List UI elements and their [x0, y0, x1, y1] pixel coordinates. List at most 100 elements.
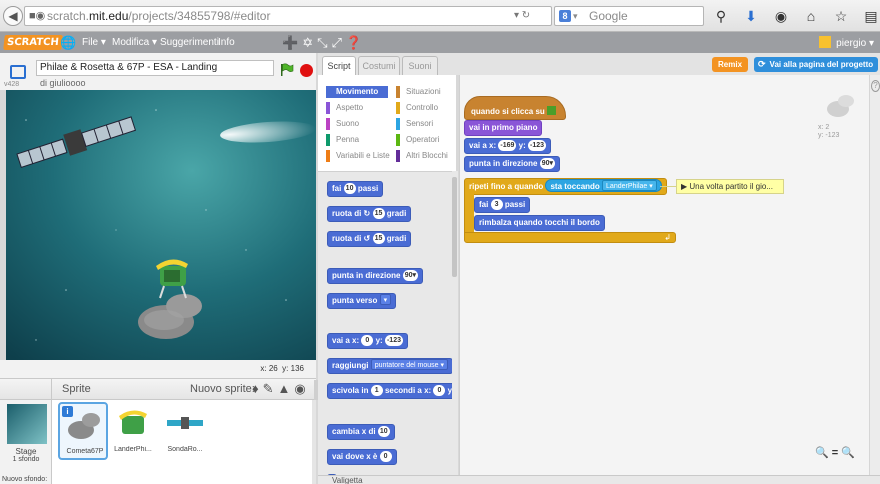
- bookmarks-icon[interactable]: ▤: [862, 6, 880, 26]
- stage-header: v428 Philae & Rosetta & 67P - ESA - Land…: [0, 53, 316, 90]
- sprite-library-icon[interactable]: ♦: [252, 381, 263, 396]
- block-repeat-until[interactable]: ripeti fino a quando sta toccando Lander…: [464, 178, 667, 195]
- tab-sounds[interactable]: Suoni: [402, 56, 438, 75]
- back-arrow-icon[interactable]: ◀: [3, 6, 23, 26]
- download-icon[interactable]: ⬇: [742, 6, 760, 26]
- block-number-input[interactable]: 0: [361, 335, 374, 346]
- category-movimento[interactable]: Movimento: [326, 86, 388, 98]
- category-aspetto[interactable]: Aspetto: [326, 102, 388, 114]
- block-number-input[interactable]: 15: [372, 233, 385, 244]
- block-point-towards[interactable]: punta verso ▾: [327, 293, 397, 309]
- block-goto[interactable]: raggiungi puntatore del mouse ▾: [327, 358, 452, 374]
- zoom-reset-button[interactable]: =: [832, 447, 841, 459]
- search-engine-dropdown-icon[interactable]: ▾: [573, 7, 578, 25]
- project-page-button[interactable]: ⟳ Vai alla pagina del progetto: [754, 57, 879, 72]
- block-number-input[interactable]: 0: [379, 451, 392, 462]
- script-area-scrollbar[interactable]: [869, 75, 880, 475]
- block-move-steps[interactable]: fai 10 passi: [327, 181, 384, 197]
- grow-tool-icon[interactable]: ⤡: [317, 35, 331, 50]
- stage-selector[interactable]: Stage 1 sfondo Nuovo sfondo:: [0, 400, 52, 484]
- camera-icon[interactable]: ◉: [294, 381, 309, 396]
- search-input[interactable]: 8 ▾ Google: [554, 6, 704, 26]
- block-when-flag-clicked[interactable]: quando si clicca su: [464, 96, 566, 120]
- sprite-tile-cometa67p[interactable]: i Cometa67P: [58, 402, 108, 460]
- stage-thumbnail[interactable]: [7, 404, 47, 444]
- block-number-input[interactable]: 10: [343, 183, 356, 194]
- upload-sprite-icon[interactable]: ▲: [278, 381, 295, 396]
- tab-costumes[interactable]: Costumi: [358, 56, 400, 75]
- block-goto-xy[interactable]: vai a x: 0 y: -123: [327, 333, 408, 349]
- block-number-input[interactable]: 10: [377, 426, 390, 437]
- block-glide[interactable]: scivola in 1 secondi a x: 0 y:: [327, 383, 452, 399]
- block-number-input[interactable]: 15: [372, 208, 385, 219]
- block-turn-right[interactable]: ruota di ↻ 15 gradi: [327, 206, 412, 222]
- site-identity-icon[interactable]: ■◉: [29, 7, 45, 25]
- block-goto-xy[interactable]: vai a x: -169 y: -123: [464, 138, 551, 154]
- green-flag-icon[interactable]: [280, 63, 294, 77]
- shrink-tool-icon[interactable]: ⤢: [332, 35, 346, 50]
- block-change-x[interactable]: cambia x di 10: [327, 424, 395, 440]
- zoom-out-icon[interactable]: 🔍: [815, 447, 832, 459]
- help-icon[interactable]: ?: [871, 80, 880, 92]
- block-bounce[interactable]: rimbalza quando tocchi il bordo: [474, 215, 605, 231]
- language-globe-icon[interactable]: 🌐: [60, 35, 76, 50]
- delete-tool-icon[interactable]: ✡: [302, 35, 317, 50]
- extension-icon[interactable]: ◉: [772, 6, 790, 26]
- bookmark-star-icon[interactable]: ☆: [832, 6, 850, 26]
- backpack-panel[interactable]: Valigetta: [318, 475, 880, 484]
- help-tool-icon[interactable]: ❓: [346, 35, 366, 50]
- sprite-tile-sondarosetta[interactable]: SondaRo...: [160, 402, 210, 460]
- block-number-input[interactable]: -169: [498, 140, 517, 151]
- palette-scrollbar[interactable]: [452, 171, 458, 484]
- category-altri-blocchi[interactable]: Altri Blocchi: [396, 150, 454, 162]
- block-number-input[interactable]: 1: [370, 385, 383, 396]
- category-sensori[interactable]: Sensori: [396, 118, 454, 130]
- tab-script[interactable]: Script: [322, 56, 356, 76]
- search-icon[interactable]: ⚲: [712, 6, 730, 26]
- menu-about[interactable]: Info: [218, 37, 235, 49]
- duplicate-tool-icon[interactable]: ➕: [282, 35, 302, 50]
- block-dropdown[interactable]: LanderPhilae ▾: [602, 180, 657, 191]
- menu-tips[interactable]: Suggerimenti: [160, 37, 219, 49]
- block-number-input[interactable]: 3: [490, 199, 503, 210]
- menu-edit[interactable]: Modifica ▾: [112, 37, 157, 49]
- address-bar[interactable]: ■◉ scratch.mit.edu/projects/34855798/#ed…: [24, 6, 552, 26]
- block-set-x[interactable]: vai dove x è 0: [327, 449, 397, 465]
- category-suono[interactable]: Suono: [326, 118, 388, 130]
- block-dropdown[interactable]: 90▾: [402, 270, 418, 281]
- category-situazioni[interactable]: Situazioni: [396, 86, 454, 98]
- scratch-logo[interactable]: SCRATCH: [3, 35, 63, 50]
- presentation-mode-icon[interactable]: [10, 65, 26, 79]
- block-point-direction[interactable]: punta in direzione 90▾: [327, 268, 423, 284]
- block-number-input[interactable]: -123: [527, 140, 546, 151]
- block-dropdown[interactable]: ▾: [379, 294, 392, 305]
- palette-scrollbar-thumb[interactable]: [452, 177, 457, 277]
- user-menu[interactable]: piergio ▾: [819, 36, 874, 50]
- menu-file[interactable]: File ▾: [82, 37, 106, 49]
- reload-icon[interactable]: ▾ ↻: [514, 6, 530, 26]
- block-turn-left[interactable]: ruota di ↺ 15 gradi: [327, 231, 412, 247]
- search-engine-icon[interactable]: 8: [559, 10, 571, 22]
- category-penna[interactable]: Penna: [326, 134, 388, 146]
- sprite-tile-landerphilae[interactable]: LanderPhi...: [108, 402, 158, 460]
- script-comment[interactable]: ▶ Una volta partito il gio...: [676, 179, 784, 194]
- block-touching[interactable]: sta toccando LanderPhilae ▾: [545, 179, 662, 192]
- block-dropdown[interactable]: 90▾: [539, 158, 555, 169]
- stop-icon[interactable]: [300, 64, 313, 77]
- remix-button[interactable]: Remix: [712, 57, 749, 72]
- home-icon[interactable]: ⌂: [802, 6, 820, 26]
- block-point-direction[interactable]: punta in direzione 90▾: [464, 156, 560, 172]
- block-number-input[interactable]: -123: [384, 335, 403, 346]
- paint-sprite-icon[interactable]: ✎: [263, 381, 278, 396]
- block-dropdown[interactable]: puntatore del mouse ▾: [370, 359, 448, 370]
- zoom-in-icon[interactable]: 🔍: [841, 447, 858, 459]
- project-title-input[interactable]: Philae & Rosetta & 67P - ESA - Landing: [36, 60, 274, 76]
- block-go-to-front[interactable]: vai in primo piano: [464, 120, 543, 136]
- category-variabili[interactable]: Variabili e Liste: [326, 150, 396, 162]
- block-number-input[interactable]: 0: [433, 385, 446, 396]
- block-move-steps[interactable]: fai 3 passi: [474, 197, 531, 213]
- sprite-list-scrollbar[interactable]: [312, 400, 316, 484]
- category-controllo[interactable]: Controllo: [396, 102, 454, 114]
- category-operatori[interactable]: Operatori: [396, 134, 454, 146]
- stage-canvas[interactable]: [6, 90, 316, 360]
